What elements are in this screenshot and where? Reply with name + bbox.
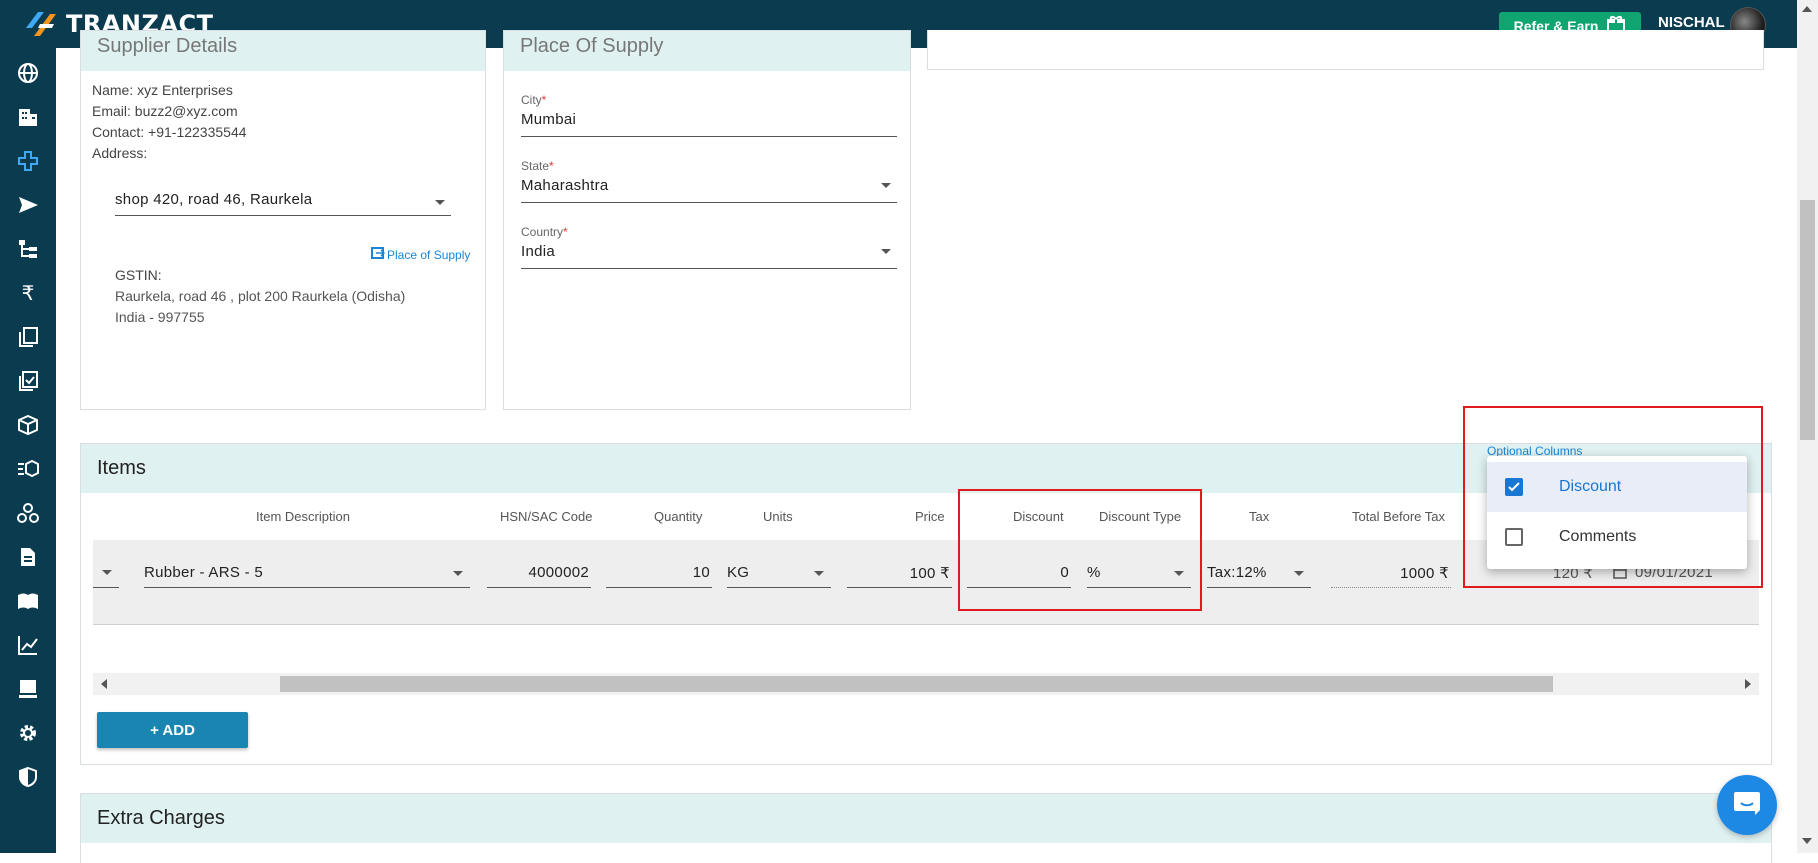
total-before-tax-value: 1000 ₹ — [1331, 560, 1451, 588]
chevron-down-icon — [102, 570, 112, 575]
list-box-icon[interactable] — [14, 455, 42, 483]
row-expand-select[interactable] — [93, 560, 121, 588]
col-item-description: Item Description — [256, 509, 350, 524]
col-quantity: Quantity — [654, 509, 703, 524]
supplier-address-label: Address: — [92, 145, 148, 161]
chevron-down-icon — [881, 183, 891, 188]
supplier-contact: Contact: +91-122335544 — [92, 124, 247, 140]
item-select[interactable]: Rubber - ARS - 5 — [144, 560, 470, 588]
supplier-details-card: Supplier Details Name: xyz Enterprises E… — [80, 30, 486, 410]
monitor-icon[interactable] — [14, 675, 42, 703]
shield-icon[interactable] — [14, 763, 42, 791]
chat-button[interactable] — [1717, 775, 1777, 835]
vertical-scrollbar[interactable] — [1797, 0, 1818, 853]
col-total-before-tax: Total Before Tax — [1352, 509, 1445, 524]
chevron-down-icon — [453, 571, 463, 576]
chevron-down-icon — [814, 571, 824, 576]
hierarchy-icon[interactable] — [14, 235, 42, 263]
vertical-scroll-thumb[interactable] — [1800, 200, 1815, 440]
sidebar: ₹ — [0, 48, 56, 853]
user-name[interactable]: NISCHAL — [1658, 14, 1725, 31]
add-item-button[interactable]: + ADD — [97, 712, 248, 748]
items-title: Items — [97, 457, 146, 479]
tax-select[interactable]: Tax:12% — [1207, 560, 1311, 588]
scroll-down-icon[interactable] — [1802, 838, 1812, 844]
scroll-up-icon[interactable] — [1802, 6, 1812, 12]
chart-icon[interactable] — [14, 631, 42, 659]
place-of-supply-link[interactable]: Place of Supply — [371, 246, 470, 263]
highlight-discount-columns — [958, 489, 1202, 611]
col-price: Price — [915, 509, 945, 524]
plus-cross-icon[interactable] — [14, 147, 42, 175]
file-icon[interactable] — [14, 543, 42, 571]
place-of-supply-card: Place Of Supply City* Mumbai State* Maha… — [503, 30, 911, 410]
chevron-down-icon — [435, 200, 445, 205]
globe-icon[interactable] — [14, 59, 42, 87]
horizontal-scrollbar[interactable] — [93, 673, 1759, 695]
highlight-optional-columns — [1463, 406, 1763, 588]
quantity-input[interactable]: 10 — [606, 560, 712, 588]
col-tax: Tax — [1249, 509, 1270, 524]
documents-icon[interactable] — [14, 323, 42, 351]
network-icon[interactable] — [14, 499, 42, 527]
scroll-right-icon[interactable] — [1745, 679, 1751, 689]
place-of-supply-title: Place Of Supply — [520, 35, 664, 57]
supplier-details-title: Supplier Details — [97, 35, 238, 57]
city-field[interactable]: City* Mumbai — [521, 93, 897, 139]
box-icon[interactable] — [14, 411, 42, 439]
col-units: Units — [763, 509, 793, 524]
horizontal-scroll-thumb[interactable] — [280, 676, 1553, 692]
supplier-address-line2: India - 997755 — [115, 309, 205, 325]
place-of-supply-header: Place Of Supply — [504, 31, 910, 71]
building-icon[interactable] — [14, 103, 42, 131]
gear-icon[interactable] — [14, 719, 42, 747]
country-select[interactable]: Country* India — [521, 225, 897, 271]
chevron-down-icon — [881, 249, 891, 254]
rupee-icon[interactable]: ₹ — [14, 279, 42, 307]
supplier-details-header: Supplier Details — [81, 31, 485, 71]
chevron-down-icon — [1294, 571, 1304, 576]
units-select[interactable]: KG — [727, 560, 831, 588]
supplier-email: Email: buzz2@xyz.com — [92, 103, 238, 119]
hsn-input[interactable]: 4000002 — [487, 560, 591, 588]
place-of-supply-icon — [371, 246, 386, 263]
scroll-left-icon[interactable] — [101, 679, 107, 689]
book-icon[interactable] — [14, 587, 42, 615]
gstin-label: GSTIN: — [115, 267, 162, 283]
supplier-address-line1: Raurkela, road 46 , plot 200 Raurkela (O… — [115, 288, 406, 304]
chat-icon — [1732, 789, 1762, 822]
tranzact-logo-icon — [24, 8, 62, 40]
supplier-name: Name: xyz Enterprises — [92, 82, 233, 98]
col-hsn: HSN/SAC Code — [500, 509, 593, 524]
address-select[interactable]: shop 420, road 46, Raurkela — [115, 191, 451, 217]
price-input[interactable]: 100 ₹ — [847, 560, 952, 588]
send-icon[interactable] — [14, 191, 42, 219]
extra-charges-header: Extra Charges — [81, 794, 1771, 843]
checklist-icon[interactable] — [14, 367, 42, 395]
state-select[interactable]: State* Maharashtra — [521, 159, 897, 205]
extra-charges-title: Extra Charges — [97, 807, 225, 829]
details-card — [927, 30, 1764, 70]
